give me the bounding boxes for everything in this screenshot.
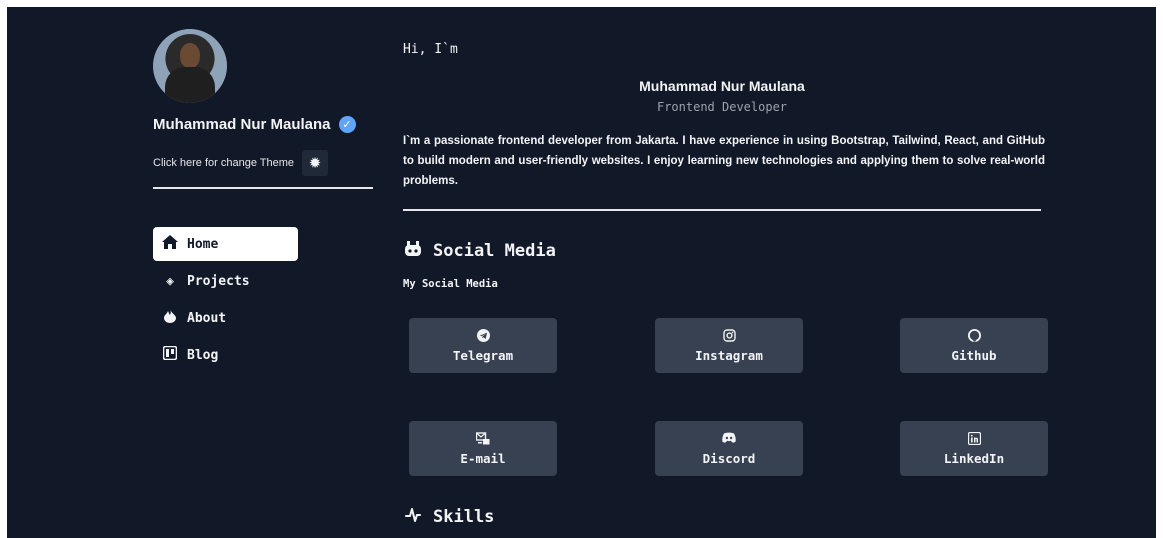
github-icon (967, 328, 981, 343)
social-label: Instagram (695, 347, 763, 363)
telegram-button[interactable]: Telegram (409, 318, 557, 373)
email-icon (475, 431, 490, 446)
theme-toggle-button[interactable]: ✹ (302, 150, 329, 176)
hero-role: Frontend Developer (656, 100, 788, 114)
nav-item-label: About (187, 310, 227, 326)
main-content: Hi, I`m Muhammad Nur Maulana Frontend De… (403, 7, 1048, 538)
nav-item-projects[interactable]: ◈ Projects (153, 264, 383, 298)
fire-icon (161, 309, 179, 327)
page-frame: Muhammad Nur Maulana ✓ Click here for ch… (7, 7, 1156, 538)
discord-button[interactable]: Discord (655, 421, 803, 476)
github-button[interactable]: Github (900, 318, 1048, 373)
nav-item-label: Home (187, 236, 219, 252)
nav-item-home[interactable]: Home (153, 227, 298, 261)
social-label: Discord (702, 450, 756, 466)
instagram-icon (722, 328, 736, 343)
main-divider (403, 209, 1041, 211)
sidebar-nav: Home ◈ Projects About Blog (153, 227, 383, 375)
gear-icon: ✹ (308, 154, 322, 172)
sidebar-divider (153, 187, 373, 189)
social-label: E-mail (460, 450, 506, 466)
sidebar: Muhammad Nur Maulana ✓ Click here for ch… (153, 7, 383, 538)
telegram-icon (476, 328, 490, 343)
linkedin-button[interactable]: LinkedIn (900, 421, 1048, 476)
social-media-heading: Social Media (403, 241, 556, 261)
verified-badge-icon: ✓ (338, 116, 356, 133)
discord-icon (722, 432, 736, 446)
robot-icon (403, 241, 423, 261)
activity-icon (403, 507, 423, 527)
social-label: Github (951, 347, 997, 363)
profile-name: Muhammad Nur Maulana (153, 116, 331, 133)
greeting: Hi, I`m (403, 42, 458, 57)
email-button[interactable]: E-mail (409, 421, 557, 476)
social-media-title: Social Media (433, 241, 556, 261)
skills-title: Skills (433, 507, 495, 527)
hero-name: Muhammad Nur Maulana (639, 78, 805, 94)
theme-toggle-label: Click here for change Theme (153, 157, 295, 169)
nav-item-blog[interactable]: Blog (153, 338, 383, 372)
nav-item-label: Projects (187, 273, 250, 289)
social-media-subtitle: My Social Media (403, 278, 498, 290)
social-label: LinkedIn (943, 450, 1005, 466)
bio-text: I`m a passionate frontend developer from… (403, 135, 1045, 187)
nav-item-about[interactable]: About (153, 301, 383, 335)
theme-toggle-row: Click here for change Theme ✹ (153, 150, 329, 176)
skills-heading: Skills (403, 507, 494, 527)
linkedin-icon (967, 431, 981, 446)
home-icon (161, 235, 179, 253)
avatar (153, 29, 227, 103)
board-icon (161, 345, 179, 364)
profile-name-row: Muhammad Nur Maulana ✓ (153, 116, 356, 133)
layers-icon: ◈ (166, 273, 174, 289)
nav-item-label: Blog (187, 347, 219, 363)
instagram-button[interactable]: Instagram (655, 318, 803, 373)
social-label: Telegram (452, 347, 514, 363)
